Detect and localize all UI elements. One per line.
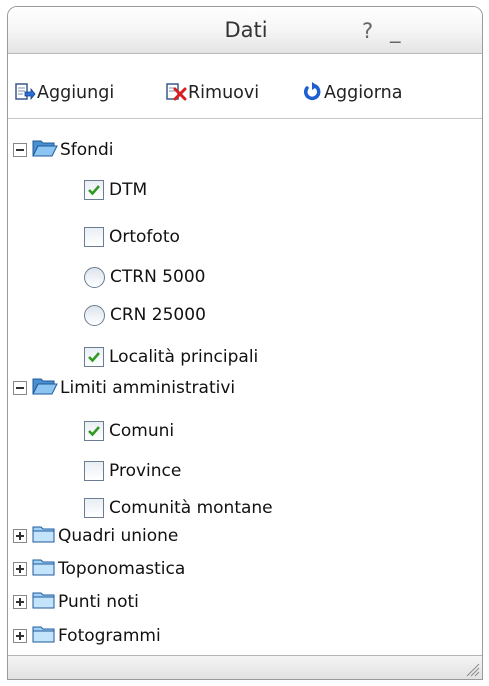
checkbox-checked[interactable] [84, 180, 104, 200]
layers-panel: Dati ? _ Aggiungi Rimuovi Aggiorna Sfond… [7, 6, 483, 680]
tree-group-quadri-unione[interactable]: Quadri unione [13, 521, 178, 551]
layer-ctrn-5000[interactable]: CTRN 5000 [84, 262, 205, 292]
folder-icon [32, 590, 56, 614]
folder-open-icon [32, 376, 58, 400]
layer-province[interactable]: Province [84, 456, 181, 486]
remove-layer-icon [165, 81, 187, 103]
refresh-icon [301, 81, 323, 103]
checkbox-checked[interactable] [84, 347, 104, 367]
collapse-icon[interactable] [13, 143, 27, 157]
resize-grip-icon[interactable] [464, 661, 480, 677]
layer-label: DTM [109, 180, 148, 200]
tree-group-label: Quadri unione [58, 526, 179, 546]
tree-group-limiti-amministrativi[interactable]: Limiti amministrativi [13, 373, 235, 403]
checkbox-unchecked[interactable] [84, 227, 104, 247]
tree-group-fotogrammi[interactable]: Fotogrammi [13, 621, 161, 651]
tree-group-label: Limiti amministrativi [60, 378, 236, 398]
collapse-icon[interactable] [13, 381, 27, 395]
checkbox-unchecked[interactable] [84, 498, 104, 518]
refresh-button[interactable]: Aggiorna [301, 73, 402, 103]
folder-icon [32, 624, 56, 648]
radio-unselected[interactable] [84, 266, 105, 288]
title-bar[interactable]: Dati ? _ [8, 7, 482, 54]
tree-group-toponomastica[interactable]: Toponomastica [13, 554, 185, 584]
layer-label: Province [109, 461, 182, 481]
add-button-label: Aggiungi [37, 83, 115, 103]
expand-icon[interactable] [13, 562, 27, 576]
layer-label: Località principali [109, 347, 259, 367]
toolbar: Aggiungi Rimuovi Aggiorna [8, 55, 482, 119]
radio-unselected[interactable] [84, 304, 105, 326]
remove-button-label: Rimuovi [188, 83, 260, 103]
layer-label: CRN 25000 [110, 305, 206, 325]
remove-button[interactable]: Rimuovi [165, 73, 259, 103]
folder-open-icon [32, 138, 58, 162]
tree-group-label: Punti noti [58, 592, 139, 612]
panel-footer [8, 655, 482, 679]
layer-comunita-montane[interactable]: Comunità montane [84, 493, 273, 523]
layer-label: Ortofoto [109, 227, 180, 247]
expand-icon[interactable] [13, 629, 27, 643]
tree-group-label: Toponomastica [58, 559, 186, 579]
checkbox-checked[interactable] [84, 421, 104, 441]
layer-comuni[interactable]: Comuni [84, 416, 174, 446]
checkbox-unchecked[interactable] [84, 461, 104, 481]
tree-group-label: Fotogrammi [58, 626, 161, 646]
tree-group-sfondi[interactable]: Sfondi [13, 135, 113, 165]
layer-label: Comunità montane [109, 498, 273, 518]
expand-icon[interactable] [13, 529, 27, 543]
layer-dtm[interactable]: DTM [84, 175, 147, 205]
add-layer-icon [14, 81, 36, 103]
add-button[interactable]: Aggiungi [14, 73, 114, 103]
layer-label: Comuni [109, 421, 175, 441]
expand-icon[interactable] [13, 595, 27, 609]
folder-icon [32, 524, 56, 548]
refresh-button-label: Aggiorna [324, 83, 403, 103]
folder-icon [32, 557, 56, 581]
help-button[interactable]: ? [362, 19, 373, 43]
layer-localita-principali[interactable]: Località principali [84, 342, 258, 372]
layer-label: CTRN 5000 [110, 267, 206, 287]
minimize-button[interactable]: _ [390, 19, 401, 43]
layer-crn-25000[interactable]: CRN 25000 [84, 300, 206, 330]
layer-ortofoto[interactable]: Ortofoto [84, 222, 180, 252]
tree-group-label: Sfondi [60, 140, 114, 160]
panel-title: Dati [224, 18, 268, 42]
tree-group-punti-noti[interactable]: Punti noti [13, 587, 139, 617]
